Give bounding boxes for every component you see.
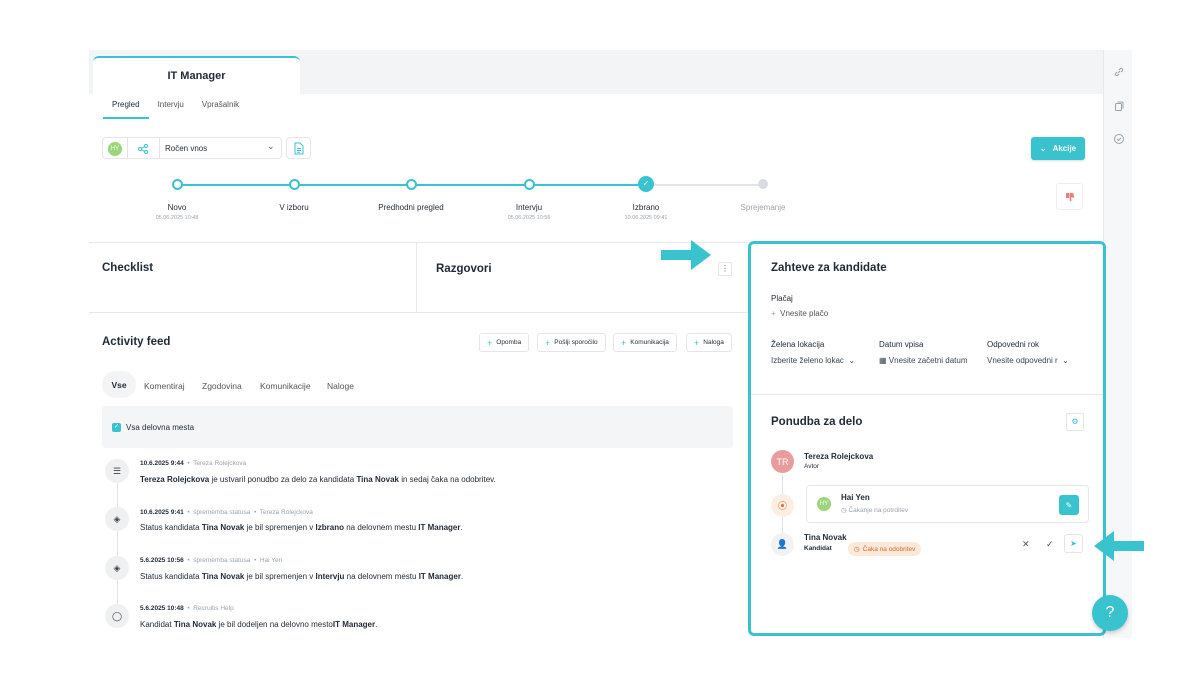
job-offer-title: Ponudba za delo xyxy=(771,416,863,428)
tab-vprasalnik[interactable]: Vprašalnik xyxy=(193,94,248,118)
help-button[interactable]: ? xyxy=(1092,595,1128,631)
chevron-down-icon: ⌄ xyxy=(848,356,856,365)
check-circle-icon[interactable] xyxy=(1113,133,1125,145)
candidate-requirements-panel: Zahteve za kandidate Plačaj + Vnesite pl… xyxy=(748,241,1106,636)
link-icon[interactable] xyxy=(1113,66,1125,78)
event-meta: 5.6.2025 10:56 • sprememba statusa • Hai… xyxy=(140,557,283,564)
checkbox-checked-icon[interactable]: ✓ xyxy=(112,423,121,432)
razgovori-title: Razgovori xyxy=(436,263,492,275)
job-title-tab[interactable]: IT Manager xyxy=(93,56,300,94)
approve-icon[interactable]: ✓ xyxy=(1046,539,1054,550)
thumbs-down-icon xyxy=(1065,192,1074,201)
tab-komunikacije[interactable]: Komunikacije xyxy=(260,381,311,391)
event-text: Status kandidata Tina Novak je bil sprem… xyxy=(140,523,463,532)
user-icon: 👤 xyxy=(771,533,794,556)
document-icon xyxy=(293,142,305,160)
more-options-icon[interactable]: ⋮ xyxy=(718,262,732,276)
status-badge: ◷ Čaka na odobritev xyxy=(848,542,922,556)
status-change-icon: ◈ xyxy=(105,556,129,580)
start-date-input[interactable]: ▦ Vnesite začetni datum xyxy=(879,356,968,365)
edit-button[interactable]: ✎ xyxy=(1059,495,1079,515)
requirements-title: Zahteve za kandidate xyxy=(771,262,887,274)
pipeline-remaining-line xyxy=(648,184,765,186)
subtab-bar: Pregled Intervju Vprašalnik xyxy=(89,94,1103,119)
source-select-value[interactable]: Ročen vnos xyxy=(165,144,207,153)
thumbs-down-button[interactable] xyxy=(1056,183,1083,210)
edit-icon: ✎ xyxy=(1065,500,1073,510)
document-list-icon: ☰ xyxy=(105,459,129,483)
event-text: Status kandidata Tina Novak je bil sprem… xyxy=(140,572,464,581)
copy-icon[interactable] xyxy=(1113,100,1125,112)
activity-feed-title: Activity feed xyxy=(102,336,171,348)
job-filter: ✓ Vsa delovna mesta xyxy=(102,406,733,448)
checklist-title: Checklist xyxy=(102,262,154,274)
approver-card: HY Hai Yen ◷ Čakanje na potrditev ✎ xyxy=(806,485,1089,523)
candidate-name: Tina Novak xyxy=(804,533,847,542)
tab-pregled[interactable]: Pregled xyxy=(103,94,149,119)
comment-icon: ◯ xyxy=(105,604,129,628)
settings-icon[interactable]: ⚙ xyxy=(1066,413,1084,431)
pending-icon: ⦿ xyxy=(771,494,794,517)
actions-button[interactable]: ⌄ Akcije xyxy=(1031,137,1085,160)
clock-icon: ◷ xyxy=(854,546,860,553)
chevron-down-icon: ⌄ xyxy=(267,141,275,151)
event-meta: 10.6.2025 9:41 • sprememba statusa • Ter… xyxy=(140,509,313,516)
location-select[interactable]: Izberite želeno lokac ⌄ xyxy=(771,356,855,365)
add-task-button[interactable]: + Naloga xyxy=(686,333,732,352)
document-button[interactable] xyxy=(286,137,311,159)
tab-naloge[interactable]: Naloge xyxy=(327,381,354,391)
send-icon[interactable]: ➤ xyxy=(1064,534,1083,553)
add-note-button[interactable]: + Opomba xyxy=(479,333,530,352)
chevron-down-icon: ⌄ xyxy=(1039,144,1047,153)
tab-komentiraj[interactable]: Komentiraj xyxy=(144,381,185,391)
author-avatar: TR xyxy=(771,450,794,473)
tab-intervju[interactable]: Intervju xyxy=(149,94,193,118)
plus-icon: + xyxy=(694,337,700,348)
notice-period-select[interactable]: Vnesite odpovedni r ⌄ xyxy=(987,356,1069,365)
plus-icon: + xyxy=(771,309,776,318)
arrow-right-icon xyxy=(661,240,711,270)
add-communication-button[interactable]: + Komunikacija xyxy=(613,333,677,352)
calendar-icon: ▦ xyxy=(879,356,887,365)
event-meta: 5.6.2025 10:48 • Recruitis Help xyxy=(140,605,234,612)
plus-icon: + xyxy=(545,337,551,348)
event-text: Kandidat Tina Novak je bil dodeljen na d… xyxy=(140,620,378,629)
source-selector[interactable]: HY Ročen vnos ⌄ xyxy=(102,137,282,159)
reject-icon[interactable]: ✕ xyxy=(1022,539,1030,550)
send-message-button[interactable]: + Pošlji sporočilo xyxy=(537,333,606,352)
share-icon[interactable] xyxy=(137,142,149,160)
event-text: Tereza Rolejckova je ustvaril ponudbo za… xyxy=(140,475,496,484)
tab-zgodovina[interactable]: Zgodovina xyxy=(202,381,242,391)
clock-icon: ◷ xyxy=(841,507,847,514)
arrow-left-icon xyxy=(1094,531,1144,561)
plus-icon: + xyxy=(487,337,493,348)
status-change-icon: ◈ xyxy=(105,507,129,531)
event-meta: 10.6.2025 9:44 • Tereza Rolejckova xyxy=(140,460,247,467)
app-window: IT Manager Pregled Intervju Vprašalnik H… xyxy=(89,50,1132,638)
chevron-down-icon: ⌄ xyxy=(1062,356,1069,365)
tab-vse[interactable]: Vse xyxy=(102,371,136,398)
plus-icon: + xyxy=(621,337,627,348)
avatar: HY xyxy=(108,142,122,156)
check-icon: ✓ xyxy=(638,176,654,192)
salary-input[interactable]: + Vnesite plačo xyxy=(771,309,828,318)
